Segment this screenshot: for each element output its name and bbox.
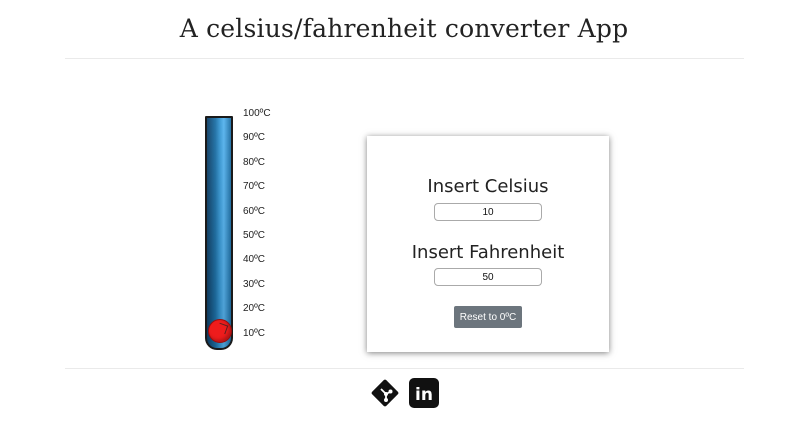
scale-label-20: 20ºC xyxy=(243,303,265,315)
scale-label-100: 100ºC xyxy=(243,108,271,119)
header-divider xyxy=(65,58,744,59)
linkedin-icon[interactable]: in xyxy=(409,378,439,408)
scale-label-80: 80ºC xyxy=(243,156,265,168)
scale-label-40: 40ºC xyxy=(243,254,265,266)
thermometer-tube xyxy=(205,116,233,350)
converter-card: Insert Celsius Insert Fahrenheit Reset t… xyxy=(367,136,609,352)
thermometer xyxy=(205,116,233,350)
reset-button[interactable]: Reset to 0ºC xyxy=(454,306,522,328)
footer-divider xyxy=(65,368,744,369)
scale-label-30: 30ºC xyxy=(243,278,265,290)
celsius-input[interactable] xyxy=(434,203,542,221)
fahrenheit-input[interactable] xyxy=(434,268,542,286)
thermometer-scale: 100ºC 90ºC 80ºC 70ºC 60ºC 50ºC 40ºC 30ºC… xyxy=(243,108,283,348)
fahrenheit-heading: Insert Fahrenheit xyxy=(411,242,565,263)
scale-label-90: 90ºC xyxy=(243,132,265,144)
page-title: A celsius/fahrenheit converter App xyxy=(179,14,629,43)
celsius-heading: Insert Celsius xyxy=(427,176,549,197)
linkedin-icon-text: in xyxy=(415,385,433,405)
footer-links: in xyxy=(370,378,440,408)
scale-label-50: 50ºC xyxy=(243,230,265,241)
thermometer-bulb xyxy=(208,319,232,343)
linkedin-icon-graphic: in xyxy=(409,378,439,408)
scale-label-70: 70ºC xyxy=(243,181,265,193)
thermometer-bulb-glint xyxy=(216,322,229,335)
git-icon-graphic xyxy=(371,379,399,407)
git-icon[interactable] xyxy=(370,378,400,408)
scale-label-10: 10ºC xyxy=(243,327,265,339)
scale-label-60: 60ºC xyxy=(243,205,265,217)
